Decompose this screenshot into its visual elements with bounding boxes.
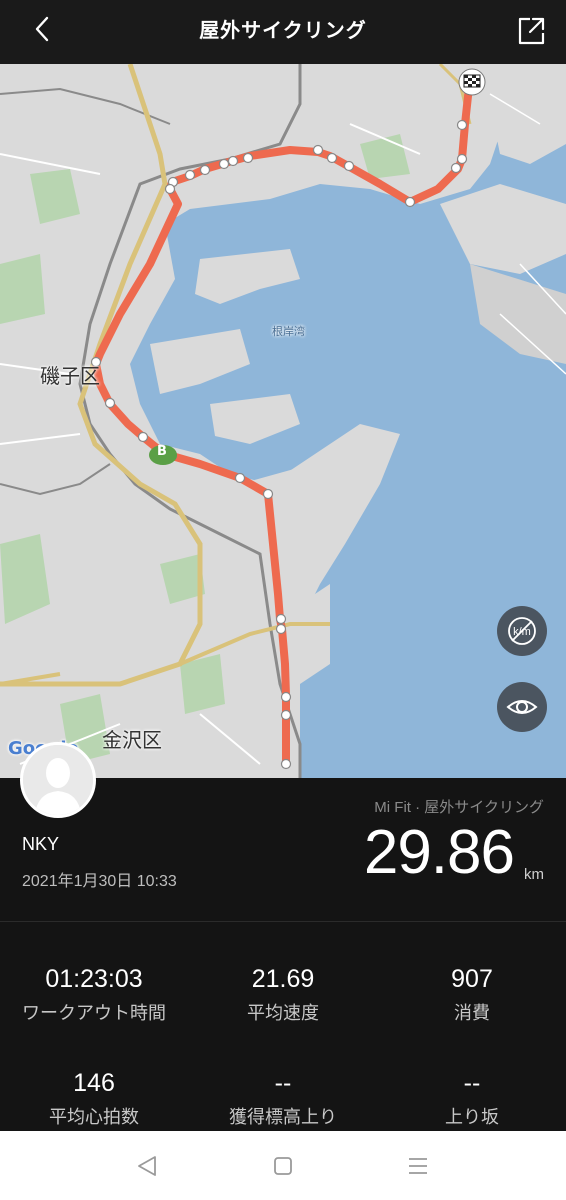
waypoint [280, 709, 292, 721]
stat-avg-speed: 21.69 平均速度 [189, 965, 377, 1025]
stat-value: 907 [451, 965, 493, 993]
waypoint [234, 472, 246, 484]
stat-uphill: -- 上り坂 [378, 1069, 566, 1129]
share-button[interactable] [512, 12, 552, 52]
stat-label: 平均心拍数 [49, 1107, 139, 1128]
waypoint [227, 155, 239, 167]
waypoint [184, 169, 196, 181]
stat-value: -- [274, 1069, 292, 1097]
workout-summary: NKY 2021年1月30日 10:33 Mi Fit · 屋外サイクリング 2… [0, 742, 566, 922]
workout-datetime: 2021年1月30日 10:33 [22, 873, 177, 890]
app-header: 屋外サイクリング [0, 0, 566, 64]
stat-label: ワークアウト時間 [22, 1003, 166, 1024]
waypoint [280, 758, 292, 770]
page-title: 屋外サイクリング [199, 18, 367, 42]
waypoint [456, 153, 468, 165]
stat-avg-heart-rate: 146 平均心拍数 [0, 1069, 188, 1129]
stat-label: 平均速度 [247, 1003, 319, 1024]
waypoint [312, 144, 324, 156]
stat-value: -- [463, 1069, 481, 1097]
stat-label: 獲得標高上り [229, 1107, 337, 1128]
km-off-icon: k/m [508, 617, 536, 645]
park [0, 254, 45, 324]
stat-label: 上り坂 [445, 1107, 499, 1128]
system-home-button[interactable] [266, 1149, 300, 1183]
stat-value: 21.69 [251, 965, 315, 993]
avatar[interactable] [20, 742, 96, 818]
workout-source: Mi Fit · 屋外サイクリング [374, 799, 544, 816]
person-silhouette-icon [23, 745, 93, 815]
waypoint [404, 196, 416, 208]
waypoint [275, 613, 287, 625]
waypoint [343, 160, 355, 172]
map-canvas [0, 64, 566, 778]
waypoint [164, 183, 176, 195]
distance-unit: km [524, 866, 544, 883]
waypoint [450, 162, 462, 174]
waypoint [275, 623, 287, 635]
checkered-flag-icon [458, 68, 486, 96]
eye-icon [506, 700, 538, 714]
system-back-button[interactable] [130, 1149, 164, 1183]
distance-value: 29.86 [363, 818, 515, 887]
district-label-isogo: 磯子区 [40, 364, 100, 388]
share-external-icon [518, 17, 545, 45]
stat-label: 消費 [454, 1003, 490, 1024]
stats-grid: 01:23:03 ワークアウト時間 21.69 平均速度 907 消費 146 … [0, 923, 566, 1131]
district-label-kanazawa: 金沢区 [102, 728, 162, 752]
marker-label: B [157, 444, 167, 459]
stat-elevation-gain: -- 獲得標高上り [189, 1069, 377, 1129]
units-toggle-button[interactable]: k/m [497, 606, 547, 656]
bay-label: 根岸湾 [272, 325, 305, 338]
square-home-icon [274, 1157, 292, 1175]
waypoint [262, 488, 274, 500]
waypoint [326, 152, 338, 164]
system-menu-button[interactable] [401, 1149, 435, 1183]
triangle-back-icon [138, 1156, 156, 1176]
waypoint [280, 691, 292, 703]
route-map[interactable]: 磯子区 金沢区 根岸湾 B Google k/m [0, 64, 566, 778]
visibility-button[interactable] [497, 682, 547, 732]
waypoint [218, 158, 230, 170]
waypoint [104, 397, 116, 409]
stat-value: 01:23:03 [45, 965, 143, 993]
stat-calories: 907 消費 [378, 965, 566, 1025]
menu-lines-icon [409, 1158, 427, 1174]
system-navigation-bar [0, 1131, 566, 1200]
stat-value: 146 [73, 1069, 115, 1097]
username: NKY [22, 834, 60, 854]
stat-duration: 01:23:03 ワークアウト時間 [0, 965, 188, 1025]
waypoint [199, 164, 211, 176]
waypoint [137, 431, 149, 443]
waypoint [242, 152, 254, 164]
waypoint [456, 119, 468, 131]
